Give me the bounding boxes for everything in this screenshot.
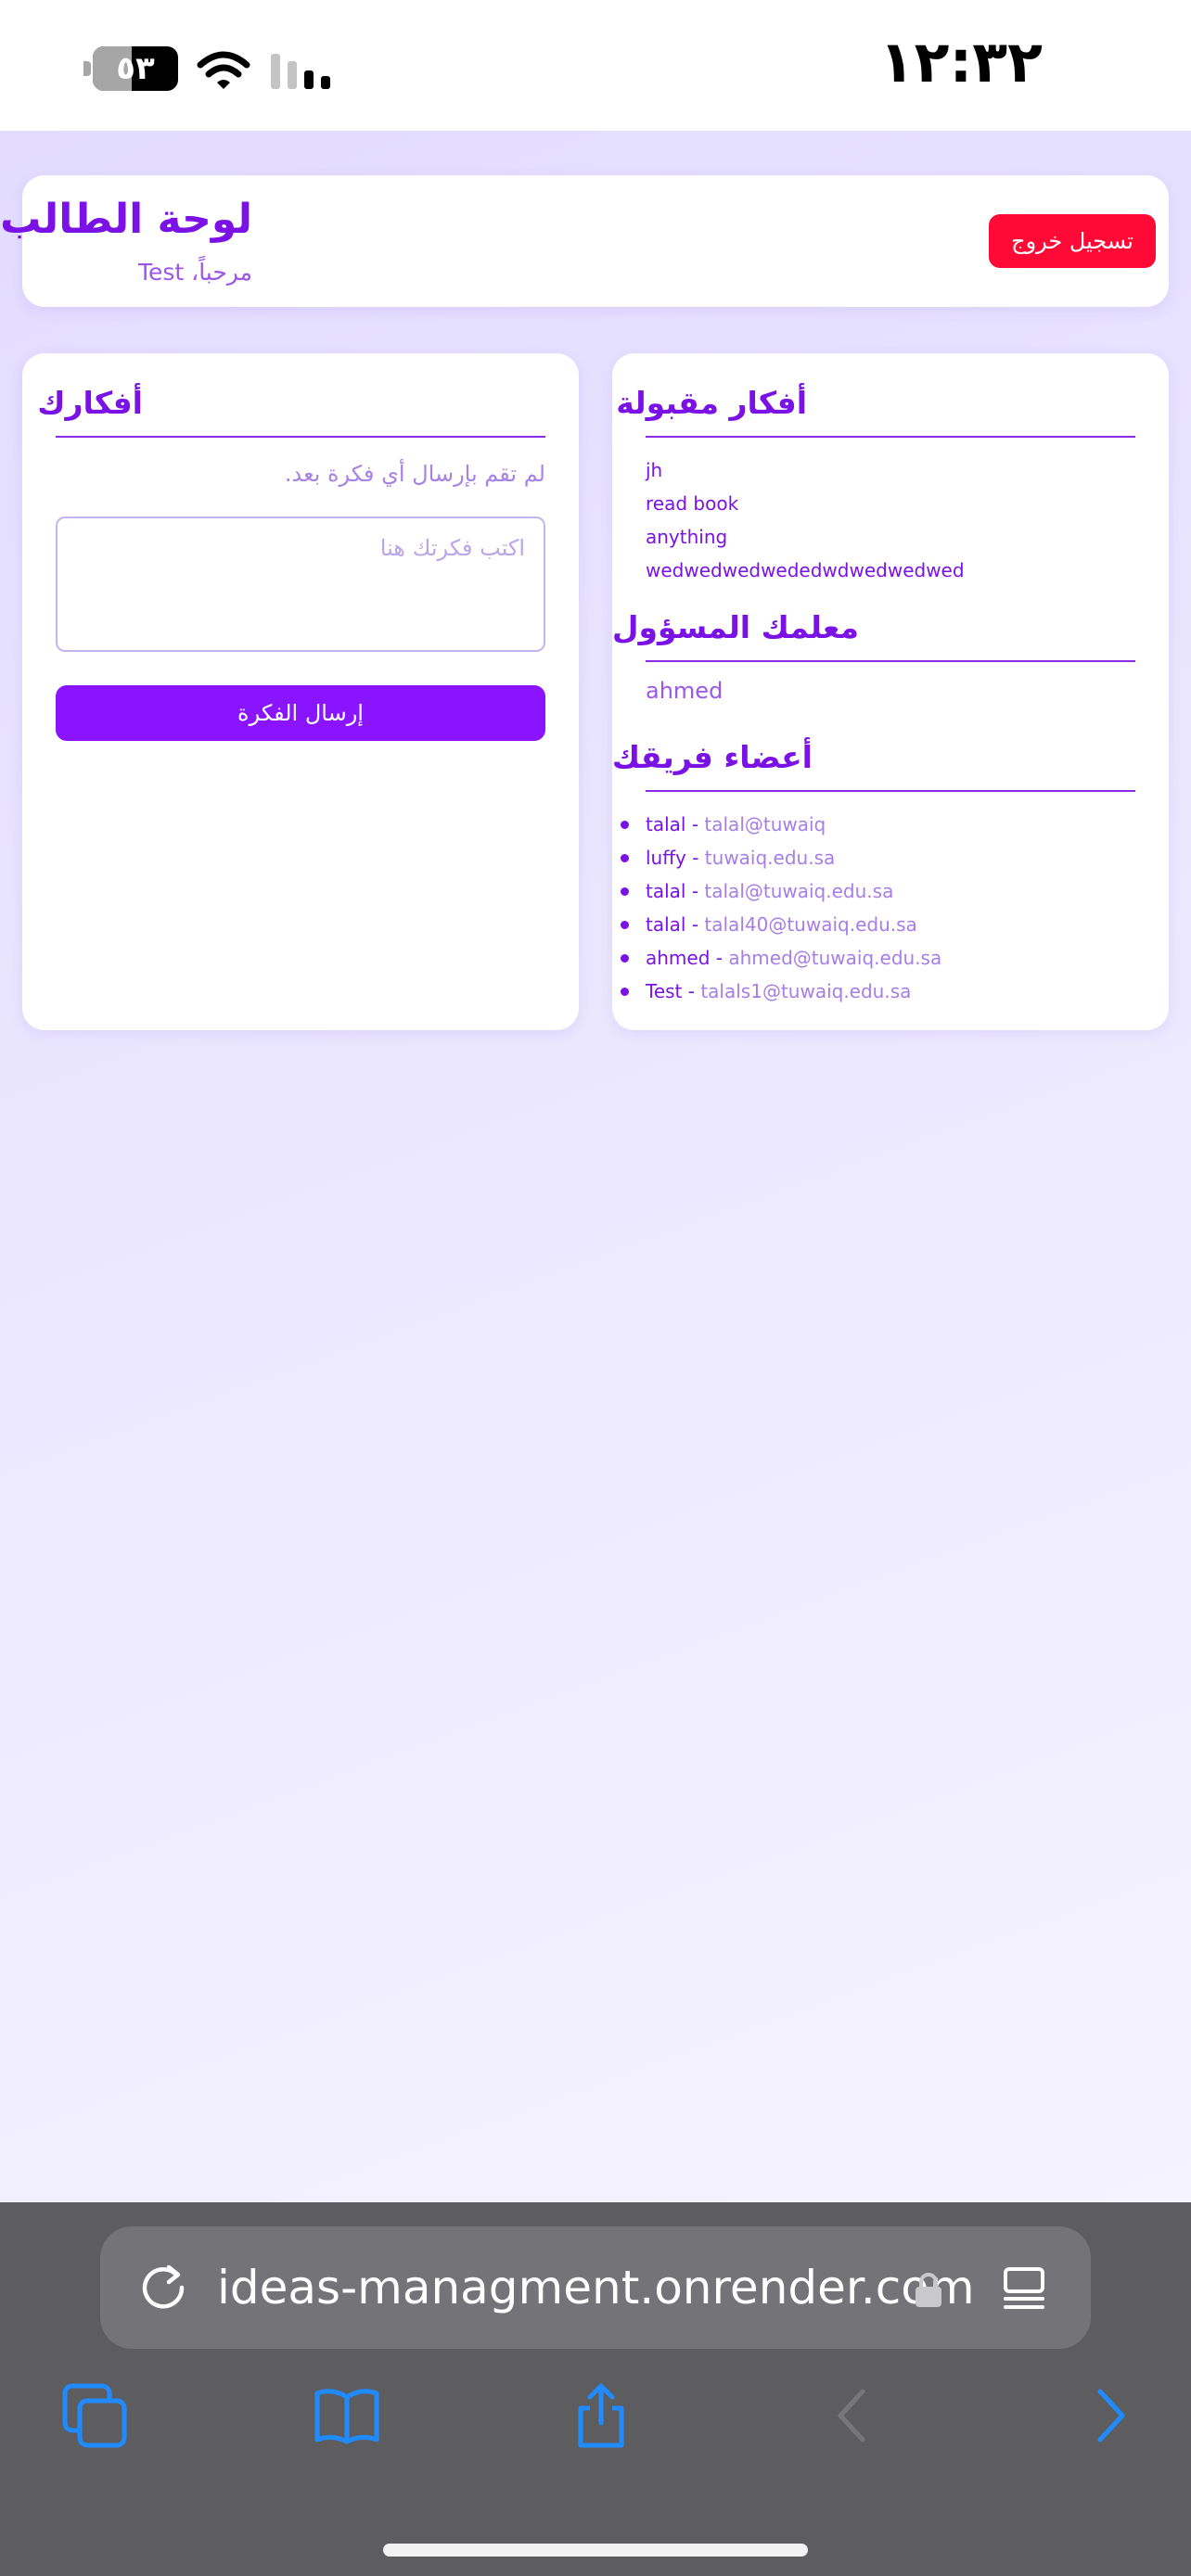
back-icon[interactable] — [820, 2382, 887, 2449]
team-members-list: talal - talal@tuwaiq luffy - tuwaiq.edu.… — [621, 808, 1135, 1008]
member-name: talal — [646, 913, 686, 936]
reload-icon[interactable] — [137, 2262, 189, 2314]
teacher-title: معلمك المسؤول — [611, 609, 859, 645]
member-name: talal — [646, 813, 686, 835]
page-title: لوحة الطالب — [0, 196, 252, 243]
status-time: ١٢:٣٢ — [878, 28, 1043, 96]
battery-level: ٥٣ — [116, 50, 155, 87]
accepted-idea-item: wedwedwedwededwdwedwedwed — [646, 559, 965, 581]
share-icon[interactable] — [568, 2382, 634, 2449]
member-separator: - — [685, 813, 705, 835]
member-email: talal40@tuwaiq.edu.sa — [704, 913, 917, 936]
member-separator: - — [685, 880, 705, 902]
my-ideas-title: أفكارك — [37, 385, 143, 421]
info-card: أفكار مقبولة jh read book anything wedwe… — [612, 353, 1169, 1030]
member-email: tuwaiq.edu.sa — [704, 847, 836, 869]
forward-icon[interactable] — [1076, 2382, 1143, 2449]
team-member-item: luffy - tuwaiq.edu.sa — [621, 841, 1135, 874]
team-member-item: talal - talal@tuwaiq.edu.sa — [621, 874, 1135, 908]
divider — [56, 436, 545, 438]
accepted-ideas-title: أفكار مقبولة — [616, 385, 807, 421]
bullet-icon — [621, 821, 629, 829]
team-member-item: talal - talal40@tuwaiq.edu.sa — [621, 908, 1135, 941]
address-bar[interactable]: ideas-managment.onrender.com — [100, 2226, 1091, 2349]
member-email: talals1@tuwaiq.edu.sa — [700, 980, 912, 1002]
page-background: لوحة الطالب مرحباً، Test تسجيل خروج أفكا… — [0, 131, 1191, 2202]
member-separator: - — [682, 980, 701, 1002]
member-name: talal — [646, 880, 686, 902]
idea-input[interactable] — [56, 516, 545, 652]
bullet-icon — [621, 954, 629, 963]
divider — [646, 436, 1135, 438]
team-member-item: ahmed - ahmed@tuwaiq.edu.sa — [621, 941, 1135, 975]
divider — [646, 790, 1135, 792]
logout-button[interactable]: تسجيل خروج — [989, 214, 1156, 268]
signal-icon — [271, 54, 330, 89]
member-separator: - — [710, 947, 729, 969]
tabs-icon[interactable] — [61, 2382, 128, 2449]
team-member-item: Test - talals1@tuwaiq.edu.sa — [621, 975, 1135, 1008]
status-bar: ١٢:٣٢ ٥٣ — [0, 0, 1191, 131]
bullet-icon — [621, 988, 629, 996]
member-name: luffy — [646, 847, 686, 869]
home-indicator — [383, 2544, 808, 2557]
battery-cap — [83, 61, 91, 76]
accepted-idea-item: jh — [646, 459, 663, 481]
member-separator: - — [685, 847, 705, 869]
member-name: ahmed — [646, 947, 711, 969]
url-text[interactable]: ideas-managment.onrender.com — [217, 2254, 996, 2321]
divider — [646, 660, 1135, 662]
member-email: talal@tuwaiq — [704, 813, 826, 835]
accepted-ideas-list: jh read book anything wedwedwedwededwdwe… — [646, 453, 1135, 587]
bookmarks-icon[interactable] — [314, 2382, 380, 2449]
header-card: لوحة الطالب مرحباً، Test تسجيل خروج — [0, 175, 1169, 307]
member-name: Test — [646, 980, 683, 1002]
teacher-name: ahmed — [646, 678, 724, 704]
member-email: ahmed@tuwaiq.edu.sa — [728, 947, 942, 969]
member-email: talal@tuwaiq.edu.sa — [704, 880, 894, 902]
reader-icon[interactable] — [1000, 2264, 1048, 2312]
battery-icon: ٥٣ — [93, 46, 178, 91]
accepted-idea-item: read book — [646, 492, 739, 515]
empty-ideas-message: لم تقم بإرسال أي فكرة بعد. — [284, 461, 545, 487]
bullet-icon — [621, 921, 629, 929]
accepted-idea-item: anything — [646, 526, 728, 548]
team-member-item: talal - talal@tuwaiq — [621, 808, 1135, 841]
browser-toolbar: ideas-managment.onrender.com — [0, 2202, 1191, 2576]
wifi-icon — [197, 51, 250, 89]
member-separator: - — [685, 913, 705, 936]
bullet-icon — [621, 887, 629, 896]
submit-idea-button[interactable]: إرسال الفكرة — [56, 685, 545, 741]
bullet-icon — [621, 854, 629, 862]
lock-icon — [916, 2273, 941, 2307]
team-title: أعضاء فريقك — [611, 739, 813, 775]
my-ideas-card: أفكارك لم تقم بإرسال أي فكرة بعد. إرسال … — [22, 353, 579, 1030]
welcome-message: مرحباً، Test — [137, 259, 252, 286]
